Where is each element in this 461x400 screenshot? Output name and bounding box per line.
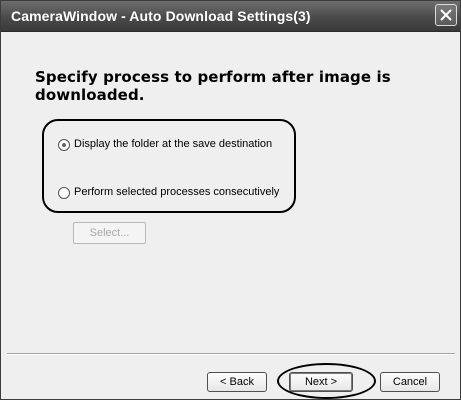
close-icon (440, 9, 452, 21)
radio-perform-processes[interactable] (58, 187, 70, 199)
close-button[interactable] (435, 4, 457, 26)
title-bar[interactable]: CameraWindow - Auto Download Settings(3) (1, 1, 460, 32)
footer-separator (7, 353, 455, 355)
options-highlight (42, 119, 296, 213)
select-button: Select... (73, 222, 146, 244)
option-label: Perform selected processes consecutively (74, 186, 280, 198)
cancel-button[interactable]: Cancel (380, 372, 440, 392)
window-title: CameraWindow - Auto Download Settings(3) (11, 8, 311, 24)
instruction-heading: Specify process to perform after image i… (35, 68, 391, 104)
option-label: Display the folder at the save destinati… (74, 138, 273, 150)
back-button[interactable]: < Back (207, 372, 267, 392)
radio-display-folder[interactable] (58, 139, 70, 151)
next-button[interactable]: Next > (289, 372, 353, 392)
dialog-window: CameraWindow - Auto Download Settings(3)… (0, 0, 461, 400)
